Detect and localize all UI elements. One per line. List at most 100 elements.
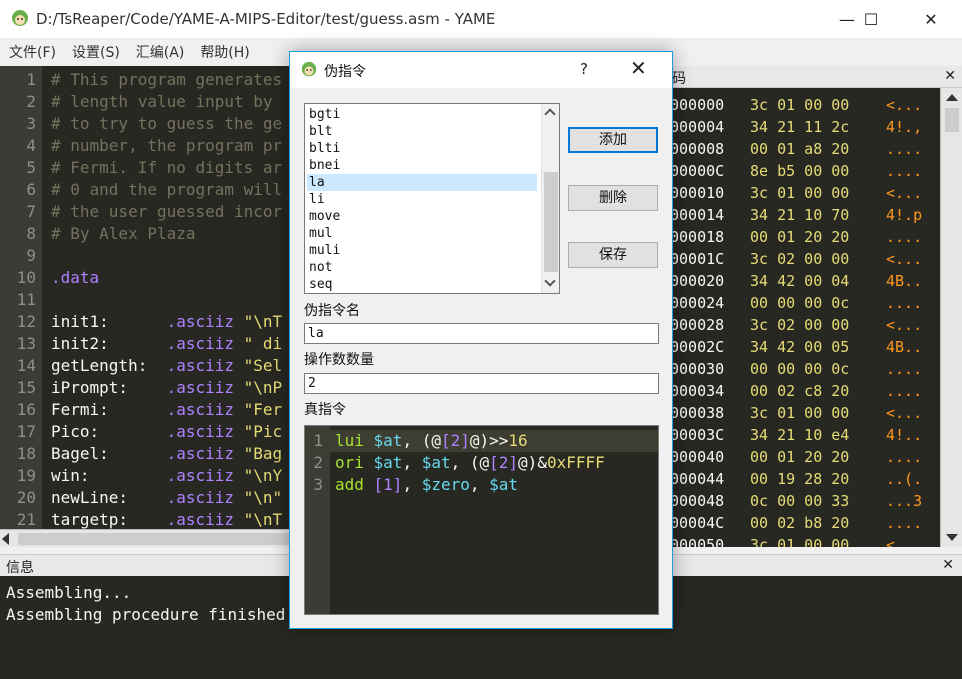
code-line: 1 # This program generates	[0, 69, 290, 91]
code-token: .asciiz	[166, 400, 244, 419]
list-item[interactable]: blti	[307, 140, 537, 157]
ascii-text: ....	[886, 448, 923, 466]
address: 00001C	[670, 250, 725, 268]
menu-settings[interactable]: 设置(S)	[67, 42, 125, 62]
code-line: 2 ori $at, $at, (@[2]@)&0xFFFF	[305, 452, 658, 474]
list-item[interactable]: blt	[307, 123, 537, 140]
machine-code-row: 000018 00 01 20 20....	[670, 226, 940, 248]
machine-code-row: 000010 3c 01 00 00 <...	[670, 182, 940, 204]
code-text: getLength: .asciiz "Sel	[51, 355, 282, 377]
ascii-text: <...	[886, 316, 923, 334]
line-number: 1	[313, 431, 323, 450]
line-number: 10	[16, 268, 36, 287]
ascii-text: <...	[886, 96, 923, 114]
line-number: 7	[26, 202, 36, 221]
close-window-button[interactable]: ✕	[908, 0, 954, 38]
close-panel-icon[interactable]: ✕	[942, 557, 954, 573]
machine-code-row: 000014 34 21 10 70 4!.p	[670, 204, 940, 226]
list-item[interactable]: bgti	[307, 106, 537, 123]
code-line: 9	[0, 245, 290, 267]
hex-bytes: 3c 02 00 00	[750, 316, 850, 334]
address: 000050	[670, 536, 725, 547]
code-token: # to try to guess the ge	[51, 114, 283, 133]
operand-count-input[interactable]: 2	[304, 373, 659, 394]
list-item[interactable]: move	[307, 208, 537, 225]
address: 00002C	[670, 338, 725, 356]
dialog-title: 伪指令	[324, 64, 366, 80]
code-text: Fermi: .asciiz "Fer	[51, 399, 282, 421]
delete-button[interactable]: 删除	[568, 185, 658, 211]
code-token: "Pic	[243, 422, 283, 441]
list-item[interactable]: la	[307, 174, 537, 191]
editor-horizontal-scrollbar[interactable]	[0, 529, 298, 547]
code-token: iPrompt:	[51, 378, 167, 397]
real-instruction-editor[interactable]: 1 lui $at, (@[2]@)>>16 2 ori $at, $at, (@[2…	[304, 425, 659, 615]
scroll-left-icon[interactable]	[2, 533, 9, 545]
ascii-text: <...	[886, 536, 923, 547]
list-vertical-scrollbar[interactable]	[541, 104, 559, 293]
chevron-up-icon[interactable]	[544, 108, 556, 120]
code-token: [1]	[373, 475, 403, 494]
address: 000040	[670, 448, 725, 466]
app-icon	[301, 61, 317, 77]
address: 000000	[670, 96, 725, 114]
scrollbar-thumb[interactable]	[945, 108, 959, 132]
list-item[interactable]: not	[307, 259, 537, 276]
info-line: Assembling...	[6, 583, 132, 602]
list-item[interactable]: muli	[307, 242, 537, 259]
code-text: # to try to guess the ge	[51, 113, 282, 135]
machine-code-vertical-scrollbar[interactable]	[940, 88, 962, 547]
code-token: # Fermi. If no digits ar	[51, 158, 283, 177]
line-number: 8	[26, 224, 36, 243]
address: 00004C	[670, 514, 725, 532]
code-token: "\n"	[243, 488, 283, 507]
machine-code-row: 000028 3c 02 00 00 <...	[670, 314, 940, 336]
line-number: 14	[16, 356, 36, 375]
pseudo-name-input[interactable]: la	[304, 323, 659, 344]
machine-code-row: 00004C 00 02 b8 20....	[670, 512, 940, 534]
line-number: 5	[26, 158, 36, 177]
ascii-text: ...3	[886, 492, 923, 510]
code-token: $at	[373, 431, 403, 450]
list-item[interactable]: li	[307, 191, 537, 208]
code-token: init1:	[51, 312, 167, 331]
list-item[interactable]: mul	[307, 225, 537, 242]
menu-assemble[interactable]: 汇编(A)	[131, 42, 190, 62]
line-number: 15	[16, 378, 36, 397]
code-text: add [1], $zero, $at	[335, 474, 518, 496]
line-number: 20	[16, 488, 36, 507]
add-button[interactable]: 添加	[568, 127, 658, 153]
address: 000038	[670, 404, 725, 422]
pseudo-instruction-list[interactable]: seq not muli mul move li la bnei blti blt bgti	[304, 103, 560, 294]
close-panel-icon[interactable]: ✕	[944, 68, 956, 84]
code-token: ori	[335, 453, 374, 472]
scrollbar-thumb[interactable]	[544, 172, 558, 272]
scroll-up-icon[interactable]	[946, 94, 958, 101]
hex-bytes: 00 01 20 20	[750, 228, 850, 246]
chevron-down-icon[interactable]	[544, 275, 556, 287]
machine-code-view[interactable]: 000000 3c 01 00 00 <... 000004 34 21 11 2c 4!…	[670, 88, 940, 547]
list-item[interactable]: bnei	[307, 157, 537, 174]
save-button[interactable]: 保存	[568, 242, 658, 268]
ascii-text: 4B..	[886, 272, 923, 290]
menu-help[interactable]: 帮助(H)	[195, 42, 254, 62]
code-editor[interactable]: 1 # This program generates 2 # length value…	[0, 66, 290, 529]
dialog-title-bar: 伪指令 ? ✕	[290, 52, 672, 88]
ascii-text: ....	[886, 294, 923, 312]
hex-bytes: 34 21 10 70	[750, 206, 850, 224]
maximize-button[interactable]: ☐	[848, 0, 894, 38]
code-token: .asciiz	[166, 356, 244, 375]
list-item[interactable]: seq	[307, 276, 537, 293]
code-text: .data	[51, 267, 99, 289]
address: 000018	[670, 228, 725, 246]
code-token: # By Alex Plaza	[51, 224, 196, 243]
scrollbar-thumb[interactable]	[18, 533, 298, 545]
ascii-text: 4!.,	[886, 118, 923, 136]
pseudo-instruction-dialog: 伪指令 ? ✕ seq not muli mul move li la bnei blti blt…	[289, 51, 673, 629]
code-token: "Bag	[243, 444, 283, 463]
menu-file[interactable]: 文件(F)	[4, 42, 61, 62]
close-dialog-button[interactable]: ✕	[630, 56, 647, 80]
scroll-down-icon[interactable]	[946, 534, 958, 541]
help-button[interactable]: ?	[580, 60, 588, 78]
ascii-text: ....	[886, 514, 923, 532]
